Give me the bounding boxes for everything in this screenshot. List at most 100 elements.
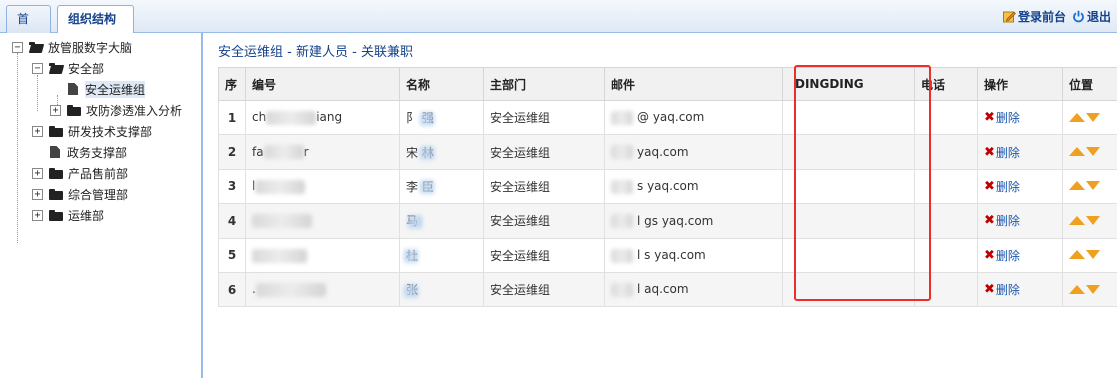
redacted-blur <box>419 180 434 195</box>
tab-org-structure-label: 组织结构 <box>68 12 117 26</box>
delete-label: 删除 <box>995 214 1020 229</box>
col-ops: 操作 <box>977 67 1063 101</box>
move-up-icon[interactable] <box>1069 147 1085 157</box>
row-dingding <box>782 237 915 273</box>
col-id: 编号 <box>245 67 400 101</box>
expand-icon[interactable]: + <box>50 104 61 116</box>
row-name[interactable]: 宋 林 <box>399 134 484 170</box>
folder-icon <box>49 188 63 200</box>
expand-icon[interactable]: + <box>32 209 43 221</box>
move-up-icon[interactable] <box>1069 250 1085 260</box>
expand-icon[interactable]: + <box>32 125 43 137</box>
row-id-suffix: iang <box>316 110 343 125</box>
expand-icon[interactable]: + <box>32 188 43 200</box>
row-ops: ✖ 删除 <box>977 203 1063 239</box>
redacted-blur <box>419 111 434 126</box>
delete-x-icon: ✖ <box>984 213 995 229</box>
delete-x-icon: ✖ <box>984 144 995 160</box>
row-seq: 6 <box>218 271 246 308</box>
move-down-icon[interactable] <box>1086 147 1100 157</box>
tree-node-security-dept[interactable]: − 安全部 <box>32 58 104 78</box>
expand-icon[interactable]: + <box>32 167 43 179</box>
collapse-icon[interactable]: − <box>32 62 43 74</box>
collapse-icon[interactable]: − <box>12 41 23 53</box>
redacted-blur <box>611 282 633 297</box>
delete-button[interactable]: ✖ 删除 <box>984 109 1020 126</box>
breadcrumb-group[interactable]: 安全运维组 <box>218 45 283 60</box>
col-phone: 电话 <box>914 67 978 101</box>
tree-node-rnd[interactable]: + 研发技术支撑部 <box>32 121 152 141</box>
row-email-text: l s yaq.com <box>637 248 706 262</box>
member-table: 序 编号 名称 主部门 邮件 DINGDING 电话 操作 位置 1 ch iang… <box>218 67 1117 308</box>
move-up-icon[interactable] <box>1069 181 1085 191</box>
delete-button[interactable]: ✖ 删除 <box>984 178 1020 195</box>
move-down-icon[interactable] <box>1086 112 1100 122</box>
folder-icon <box>49 209 63 221</box>
tree-node-ops-group[interactable]: 安全运维组 <box>68 79 146 99</box>
redacted-blur <box>407 214 422 229</box>
move-down-icon[interactable] <box>1086 250 1100 260</box>
redacted-blur <box>404 283 419 298</box>
tree-node-gov-support[interactable]: 政务支撑部 <box>50 142 127 162</box>
move-down-icon[interactable] <box>1086 284 1100 294</box>
tree-node-general-mgmt[interactable]: + 综合管理部 <box>32 184 128 204</box>
tab-bar: 首页 组织结构× 登录前台 退出 <box>0 0 1117 52</box>
logout-button[interactable]: 退出 <box>1072 8 1111 25</box>
new-member-link[interactable]: 新建人员 <box>296 45 348 60</box>
row-phone <box>914 134 978 170</box>
tree-node-presales[interactable]: + 产品售前部 <box>32 163 128 183</box>
row-name[interactable]: 阝 强 <box>399 99 484 136</box>
row-dept: 安全运维组 <box>483 271 605 308</box>
row-name[interactable]: 李 臣 <box>399 168 484 205</box>
tree-node-ops-dept[interactable]: + 运维部 <box>32 205 104 225</box>
redacted-blur <box>252 214 312 229</box>
delete-button[interactable]: ✖ 删除 <box>984 144 1020 161</box>
row-email: l gs yaq.com <box>604 203 783 239</box>
row-id: l <box>245 168 400 205</box>
move-up-icon[interactable] <box>1069 112 1085 122</box>
move-down-icon[interactable] <box>1086 181 1100 191</box>
login-front-button[interactable]: 登录前台 <box>1002 8 1066 25</box>
delete-button[interactable]: ✖ 删除 <box>984 247 1020 264</box>
move-up-icon[interactable] <box>1069 215 1085 225</box>
redacted-blur <box>611 248 633 263</box>
tree-label-presales: 产品售前部 <box>68 166 129 181</box>
link-part-time-link[interactable]: 关联兼职 <box>361 45 413 60</box>
row-name[interactable]: 马 <box>399 203 484 239</box>
delete-button[interactable]: ✖ 删除 <box>984 212 1020 229</box>
delete-button[interactable]: ✖ 删除 <box>984 281 1020 298</box>
row-dept: 安全运维组 <box>483 203 605 239</box>
breadcrumb-sep: - <box>283 45 296 60</box>
row-ops: ✖ 删除 <box>977 237 1063 273</box>
tree-node-root[interactable]: − 放管服数字大脑 <box>12 37 132 57</box>
delete-label: 删除 <box>995 248 1020 263</box>
redacted-blur <box>419 146 434 161</box>
row-dept: 安全运维组 <box>483 237 605 273</box>
row-id: ch iang <box>245 99 400 136</box>
redacted-blur <box>611 145 633 160</box>
tab-org-structure[interactable]: 组织结构× <box>57 5 134 52</box>
col-seq: 序 <box>218 67 246 101</box>
row-email: s yaq.com <box>604 168 783 205</box>
delete-x-icon: ✖ <box>984 247 995 263</box>
document-icon <box>68 83 78 95</box>
row-dingding <box>782 99 915 136</box>
move-up-icon[interactable] <box>1069 284 1085 294</box>
tree-label-ops-group: 安全运维组 <box>85 80 146 98</box>
delete-x-icon: ✖ <box>984 282 995 298</box>
tree-label-gov-support: 政务支撑部 <box>67 145 128 160</box>
folder-icon <box>67 104 81 116</box>
row-name[interactable]: 杜 <box>399 237 484 273</box>
redacted-blur <box>404 249 419 264</box>
tree-connector <box>17 53 18 243</box>
move-down-icon[interactable] <box>1086 215 1100 225</box>
table-row: 1 ch iang 阝 强安全运维组 @ yaq.com ✖删除 <box>218 99 1117 136</box>
row-seq: 3 <box>218 168 246 205</box>
folder-icon <box>49 125 63 137</box>
row-dept: 安全运维组 <box>483 168 605 205</box>
org-tree: − 放管服数字大脑 − 安全部 安全运维组 + 攻防渗透准入分析 + 研发技术支… <box>0 33 203 378</box>
tree-node-attack-group[interactable]: + 攻防渗透准入分析 <box>50 100 182 120</box>
tab-home[interactable]: 首页 <box>6 5 51 52</box>
redacted-blur <box>255 282 326 297</box>
row-name[interactable]: 张 <box>399 271 484 308</box>
